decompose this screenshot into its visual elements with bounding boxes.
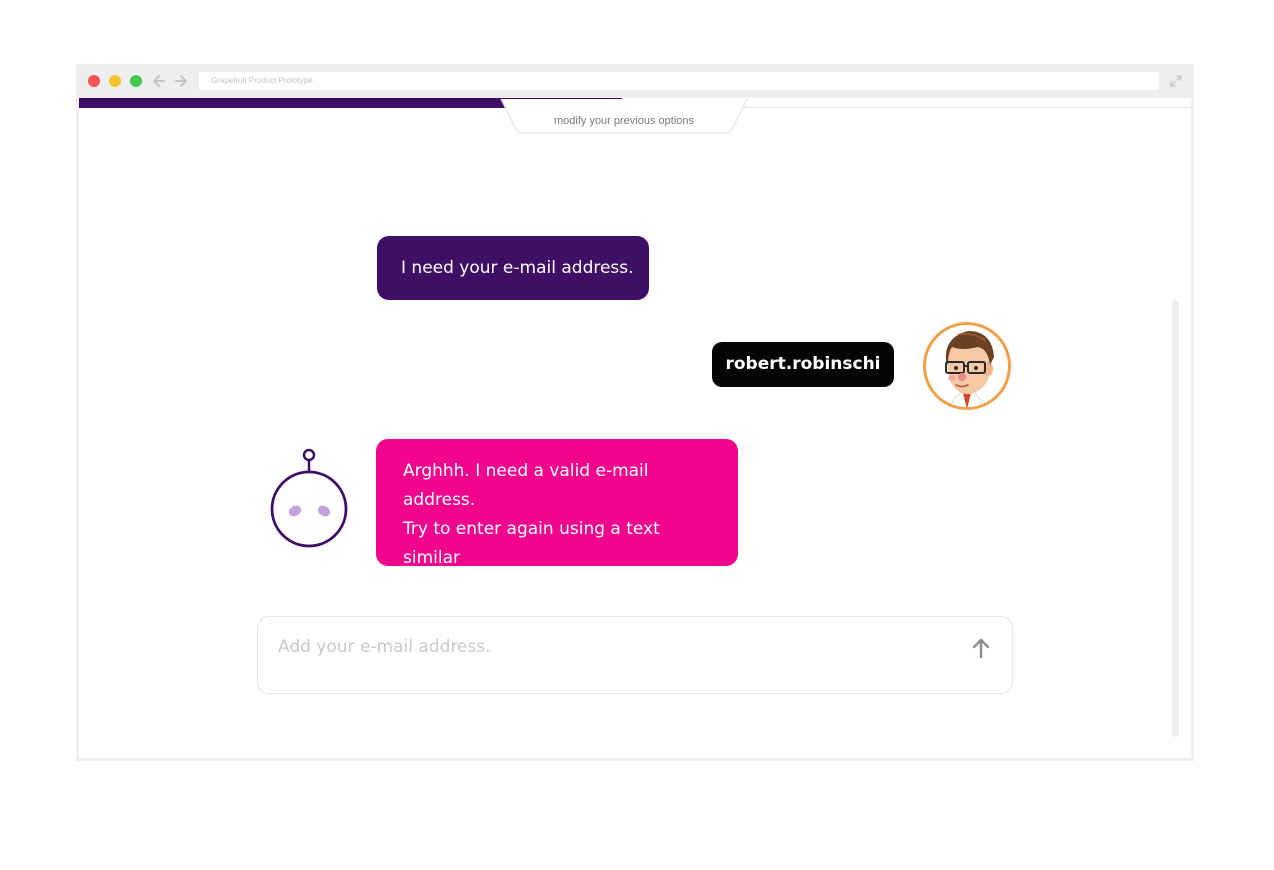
message-composer	[257, 616, 1013, 694]
maximize-window-button[interactable]	[130, 75, 142, 87]
error-prefix: to	[403, 577, 426, 597]
email-input[interactable]	[276, 631, 940, 663]
error-line-3: to something@somethingelse.com.	[403, 573, 722, 602]
scrollbar[interactable]	[1172, 300, 1179, 737]
error-line-1: Arghhh. I need a valid e-mail address.	[403, 461, 649, 510]
arrow-up-icon	[972, 638, 990, 659]
error-suffix: .	[698, 577, 705, 597]
minimize-window-button[interactable]	[109, 75, 121, 87]
arrow-left-icon[interactable]	[151, 71, 167, 91]
robot-icon	[270, 448, 348, 548]
browser-titlebar: Grapefruit Product Prototype	[76, 64, 1194, 98]
modify-options-link[interactable]: modify your previous options	[499, 115, 749, 127]
user-avatar	[923, 322, 1011, 410]
page-viewport: modify your previous options I need your…	[79, 98, 1191, 758]
address-bar[interactable]: Grapefruit Product Prototype	[199, 72, 1159, 90]
close-window-button[interactable]	[88, 75, 100, 87]
error-example-email: something@somethingelse.com	[425, 577, 699, 597]
bot-message-bubble: I need your e-mail address.	[377, 236, 649, 300]
error-line-2: Try to enter again using a text similar	[403, 519, 660, 568]
user-message-bubble: robert.robinschi	[712, 342, 894, 387]
arrow-right-icon[interactable]	[173, 71, 189, 91]
send-button[interactable]	[966, 633, 996, 663]
error-message-bubble: Arghhh. I need a valid e-mail address. T…	[376, 439, 738, 597]
browser-window: Grapefruit Product Prototype modify your…	[76, 64, 1194, 761]
expand-icon[interactable]	[1169, 73, 1183, 87]
